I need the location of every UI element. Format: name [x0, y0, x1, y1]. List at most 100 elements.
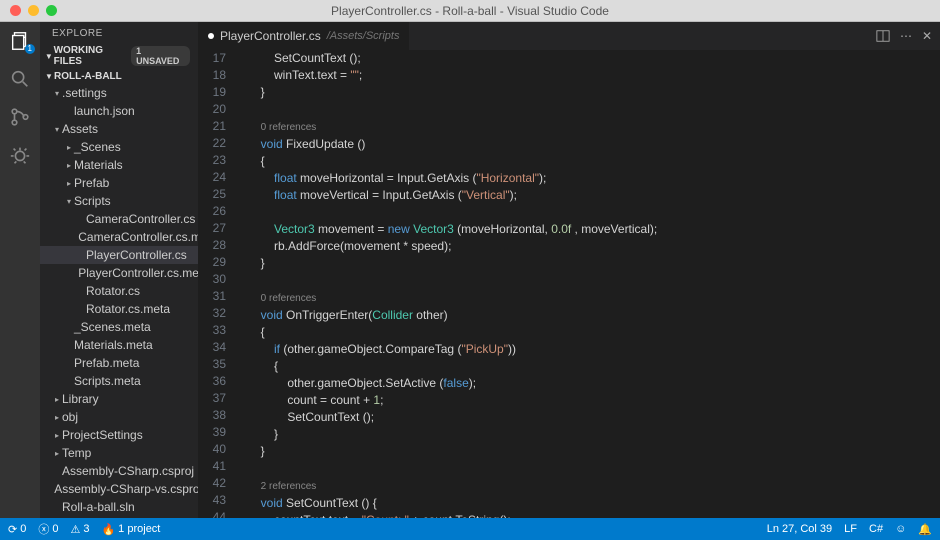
tree-item-label: _Scenes.meta: [74, 320, 151, 334]
tree-item[interactable]: PlayerController.cs: [40, 246, 198, 264]
chevron-down-icon: ▾: [64, 197, 74, 206]
tree-item-label: Prefab.meta: [74, 356, 139, 370]
notification-icon[interactable]: 🔔: [918, 523, 932, 536]
tree-item-label: CameraController.cs.meta: [78, 230, 198, 244]
tree-item-label: launch.json: [74, 104, 135, 118]
tree-item-label: Temp: [62, 446, 91, 460]
chevron-right-icon: ▸: [52, 413, 62, 422]
chevron-right-icon: ▸: [64, 179, 74, 188]
tree-item-label: CameraController.cs: [86, 212, 195, 226]
tree-item-label: Library: [62, 392, 99, 406]
tree-item-label: _Scenes: [74, 140, 121, 154]
tree-item-label: Rotator.cs.meta: [86, 302, 170, 316]
tree-item[interactable]: ▸Library: [40, 390, 198, 408]
activity-bar: 1: [0, 22, 40, 518]
tree-item-label: Assembly-CSharp.csproj: [62, 464, 194, 478]
git-activity-button[interactable]: [9, 106, 31, 128]
traffic-lights: [0, 5, 57, 16]
chevron-down-icon: ▾: [52, 125, 62, 134]
sidebar-title: EXPLORE: [40, 22, 198, 43]
modified-indicator-icon: [208, 33, 214, 39]
search-activity-button[interactable]: [9, 68, 31, 90]
tree-item-label: PlayerController.cs.meta: [78, 266, 198, 280]
tree-item[interactable]: Assembly-CSharp.csproj: [40, 462, 198, 480]
chevron-right-icon: ▸: [52, 395, 62, 404]
tree-item[interactable]: PlayerController.cs.meta: [40, 264, 198, 282]
chevron-right-icon: ▸: [64, 161, 74, 170]
tree-item-label: ProjectSettings: [62, 428, 143, 442]
tree-item[interactable]: Scripts.meta: [40, 372, 198, 390]
tree-item-label: Assembly-CSharp-vs.csproj: [54, 482, 198, 496]
tree-item-label: Materials: [74, 158, 123, 172]
chevron-right-icon: ▸: [52, 431, 62, 440]
tree-item[interactable]: ▸Prefab: [40, 174, 198, 192]
tree-item[interactable]: launch.json: [40, 102, 198, 120]
tab-path: /Assets/Scripts: [327, 30, 400, 42]
file-tree: ▾.settings launch.json▾Assets▸_Scenes▸Ma…: [40, 84, 198, 518]
working-files-header[interactable]: ▼ WORKING FILES 1 UNSAVED: [40, 43, 198, 69]
line-gutter: 17 18 19 20 21 22 23 24 25 26 27 28 29 3…: [198, 50, 234, 518]
tree-item-label: Prefab: [74, 176, 109, 190]
error-count-status[interactable]: ⓧ 0: [38, 521, 58, 537]
tree-item[interactable]: Rotator.cs: [40, 282, 198, 300]
maximize-window-button[interactable]: [46, 5, 57, 16]
tree-item[interactable]: ▾.settings: [40, 84, 198, 102]
tree-item-label: Rotator.cs: [86, 284, 140, 298]
tree-item[interactable]: ▸Temp: [40, 444, 198, 462]
tree-item[interactable]: ▸Materials: [40, 156, 198, 174]
tab-filename: PlayerController.cs: [220, 29, 321, 43]
tree-item[interactable]: Rotator.cs.meta: [40, 300, 198, 318]
more-actions-button[interactable]: ⋯: [900, 29, 912, 43]
code-editor[interactable]: 17 18 19 20 21 22 23 24 25 26 27 28 29 3…: [198, 50, 940, 518]
tree-item[interactable]: Assembly-CSharp-vs.csproj: [40, 480, 198, 498]
project-folder-label: ROLL-A-BALL: [54, 71, 122, 82]
tree-item[interactable]: ▸ProjectSettings: [40, 426, 198, 444]
tree-item[interactable]: Prefab.meta: [40, 354, 198, 372]
chevron-down-icon: ▼: [44, 72, 54, 81]
editor-pane: PlayerController.cs /Assets/Scripts ⋯ ✕ …: [198, 22, 940, 518]
window-titlebar: PlayerController.cs - Roll-a-ball - Visu…: [0, 0, 940, 22]
close-window-button[interactable]: [10, 5, 21, 16]
cursor-position-status[interactable]: Ln 27, Col 39: [767, 523, 832, 536]
tree-item-label: Materials.meta: [74, 338, 153, 352]
split-editor-button[interactable]: [876, 29, 890, 43]
debug-activity-button[interactable]: [9, 144, 31, 166]
explorer-badge: 1: [25, 44, 35, 54]
git-sync-status[interactable]: ⟳ 0: [8, 523, 26, 536]
chevron-down-icon: ▾: [52, 89, 62, 98]
tree-item-label: Scripts.meta: [74, 374, 141, 388]
tree-item[interactable]: _Scenes.meta: [40, 318, 198, 336]
project-folder-header[interactable]: ▼ ROLL-A-BALL: [40, 69, 198, 84]
tree-item[interactable]: ▸_Scenes: [40, 138, 198, 156]
close-tab-button[interactable]: ✕: [922, 29, 932, 43]
tree-item-label: .settings: [62, 86, 107, 100]
tab-bar: PlayerController.cs /Assets/Scripts ⋯ ✕: [198, 22, 940, 50]
window-title: PlayerController.cs - Roll-a-ball - Visu…: [0, 4, 940, 18]
warning-count-status[interactable]: ⚠ 3: [70, 523, 89, 536]
tree-item[interactable]: ▸obj: [40, 408, 198, 426]
eol-status[interactable]: LF: [844, 523, 857, 536]
tree-item[interactable]: CameraController.cs: [40, 210, 198, 228]
feedback-icon[interactable]: ☺: [895, 523, 906, 536]
status-bar: ⟳ 0 ⓧ 0 ⚠ 3 🔥 1 project Ln 27, Col 39 LF…: [0, 518, 940, 540]
tree-item[interactable]: ▾Assets: [40, 120, 198, 138]
tree-item[interactable]: Roll-a-ball.userprefs: [40, 516, 198, 518]
tree-item[interactable]: Materials.meta: [40, 336, 198, 354]
tree-item[interactable]: ▾Scripts: [40, 192, 198, 210]
explorer-sidebar: EXPLORE ▼ WORKING FILES 1 UNSAVED ▼ ROLL…: [40, 22, 198, 518]
code-content[interactable]: SetCountText (); winText.text = ""; } 0 …: [234, 50, 940, 518]
tree-item-label: Roll-a-ball.sln: [62, 500, 135, 514]
chevron-down-icon: ▼: [44, 52, 54, 61]
tree-item-label: obj: [62, 410, 78, 424]
minimize-window-button[interactable]: [28, 5, 39, 16]
editor-tab[interactable]: PlayerController.cs /Assets/Scripts: [198, 22, 409, 50]
chevron-right-icon: ▸: [64, 143, 74, 152]
working-files-label: WORKING FILES: [54, 45, 131, 67]
tree-item[interactable]: Roll-a-ball.sln: [40, 498, 198, 516]
language-status[interactable]: C#: [869, 523, 883, 536]
explorer-activity-button[interactable]: 1: [9, 30, 31, 52]
chevron-right-icon: ▸: [52, 449, 62, 458]
tree-item[interactable]: CameraController.cs.meta: [40, 228, 198, 246]
project-status[interactable]: 🔥 1 project: [101, 523, 160, 536]
unsaved-badge: 1 UNSAVED: [131, 46, 190, 66]
